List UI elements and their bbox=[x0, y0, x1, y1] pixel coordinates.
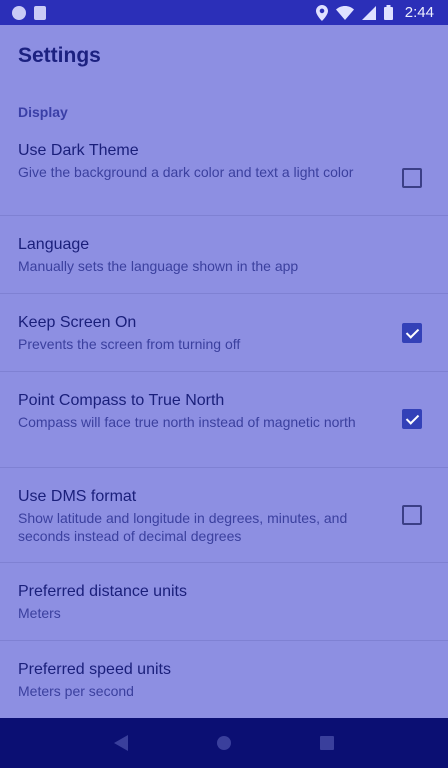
recents-icon[interactable] bbox=[307, 723, 347, 763]
pref-title: Keep Screen On bbox=[18, 314, 137, 331]
settings-list: Display Use Dark Theme Give the backgrou… bbox=[0, 87, 448, 719]
notification-dot-icon bbox=[12, 5, 26, 20]
pref-title: Preferred distance units bbox=[18, 583, 187, 600]
pref-summary: Meters per second bbox=[18, 683, 134, 699]
pref-title: Use DMS format bbox=[18, 488, 137, 505]
pref-speed-units[interactable]: Preferred speed units Meters per second bbox=[0, 641, 448, 719]
true-north-checkbox[interactable] bbox=[402, 409, 422, 429]
pref-true-north[interactable]: Point Compass to True North Compass will… bbox=[0, 372, 448, 468]
signal-icon bbox=[361, 5, 376, 20]
pref-summary: Prevents the screen from turning off bbox=[18, 336, 241, 352]
toolbar: Settings bbox=[0, 25, 448, 87]
back-icon[interactable] bbox=[101, 723, 141, 763]
status-time: 2:44 bbox=[404, 4, 434, 21]
pref-use-dark-theme[interactable]: Use Dark Theme Give the background a dar… bbox=[0, 125, 448, 216]
pref-summary: Meters bbox=[18, 605, 61, 621]
pref-title: Preferred speed units bbox=[18, 661, 171, 678]
pref-title: Use Dark Theme bbox=[18, 142, 139, 159]
pref-title: Language bbox=[18, 236, 90, 253]
location-icon bbox=[315, 4, 328, 21]
pref-summary: Give the background a dark color and tex… bbox=[18, 164, 354, 180]
battery-icon bbox=[383, 5, 393, 20]
pref-distance-units[interactable]: Preferred distance units Meters bbox=[0, 563, 448, 641]
pref-title: Point Compass to True North bbox=[18, 392, 225, 409]
dms-format-checkbox[interactable] bbox=[402, 505, 422, 525]
pref-keep-screen-on[interactable]: Keep Screen On Prevents the screen from … bbox=[0, 294, 448, 372]
pref-summary: Show latitude and longitude in degrees, … bbox=[18, 510, 348, 544]
category-title-display: Display bbox=[18, 104, 68, 120]
status-bar: 2:44 bbox=[0, 0, 448, 25]
pref-summary: Manually sets the language shown in the … bbox=[18, 258, 299, 274]
navigation-bar bbox=[0, 718, 448, 768]
pref-language[interactable]: Language Manually sets the language show… bbox=[0, 216, 448, 294]
keep-screen-on-checkbox[interactable] bbox=[402, 323, 422, 343]
wifi-icon bbox=[335, 5, 354, 20]
pref-dms-format[interactable]: Use DMS format Show latitude and longitu… bbox=[0, 468, 448, 563]
pref-summary: Compass will face true north instead of … bbox=[18, 414, 356, 430]
home-icon[interactable] bbox=[204, 723, 244, 763]
dark-theme-checkbox[interactable] bbox=[402, 168, 422, 188]
page-title: Settings bbox=[18, 44, 101, 67]
sd-card-icon bbox=[34, 5, 46, 20]
